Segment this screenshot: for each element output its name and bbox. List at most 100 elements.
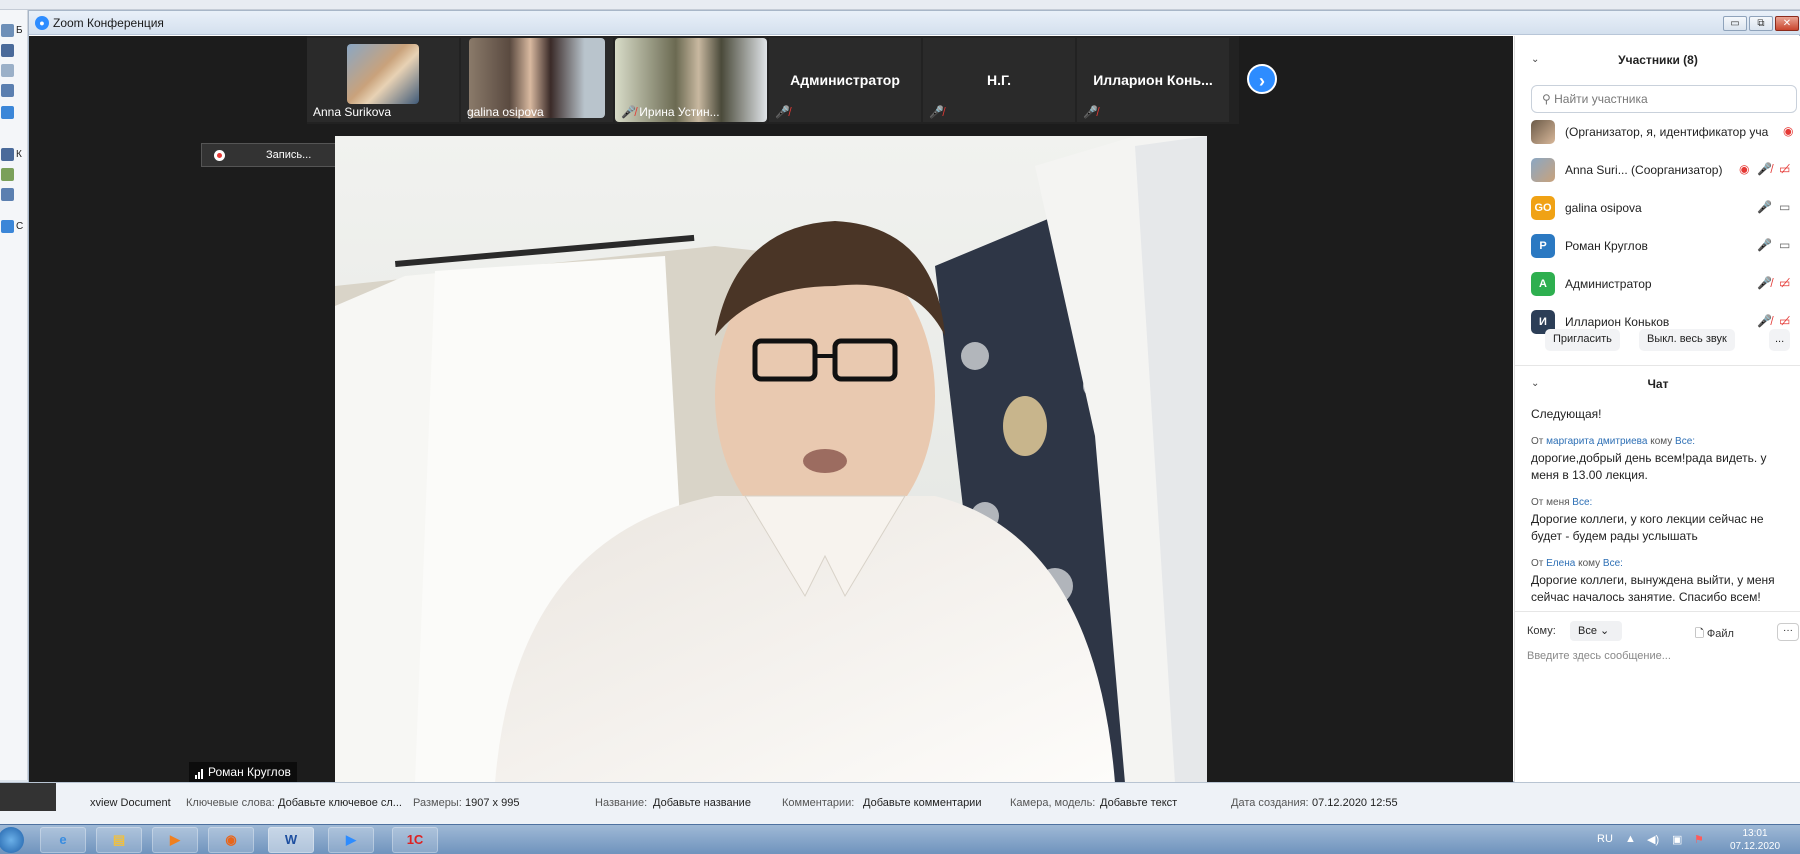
participant-row[interactable]: GO galina osipova 🎤 ▭ [1531, 193, 1797, 223]
thumbnail-illarion[interactable]: Илларион Конь... 🎤̸ [1077, 38, 1229, 122]
avatar: GO [1531, 196, 1555, 220]
desktop-icon[interactable] [1, 148, 14, 161]
video-feed [347, 44, 419, 104]
title-bar[interactable]: ● Zoom Конференция ▭ ⧉ ✕ [29, 11, 1800, 35]
recording-indicator[interactable]: Запись... [201, 143, 357, 167]
clock-date: 07.12.2020 [1729, 841, 1781, 852]
close-button[interactable]: ✕ [1775, 16, 1799, 31]
thumbnail-ng[interactable]: Н.Г. 🎤̸ [923, 38, 1075, 122]
mic-icon[interactable]: 🎤 [1757, 238, 1772, 252]
participant-row[interactable]: А Администратор 🎤̸ ▭̸ [1531, 269, 1797, 299]
file-button[interactable]: 🗋 Файл [1695, 625, 1734, 644]
mic-muted-icon: 🎤̸ [929, 105, 944, 119]
chat-more-button[interactable]: ··· [1777, 623, 1799, 641]
divider [1515, 611, 1800, 612]
participant-search-input[interactable]: ⚲ Найти участника [1531, 85, 1797, 113]
tray-arrow-icon[interactable]: ▲ [1625, 833, 1636, 845]
desktop-icon[interactable] [1, 188, 14, 201]
flag-icon[interactable]: ⚑ [1694, 833, 1704, 846]
message-meta: От Елена кому Все: [1531, 555, 1793, 572]
recipient-value: Все [1578, 625, 1597, 637]
zoom-icon[interactable]: ▶ [328, 827, 374, 853]
media-icon[interactable]: ▶ [152, 827, 198, 853]
network-icon[interactable]: ▣ [1672, 833, 1682, 846]
mute-all-button[interactable]: Выкл. весь звук [1639, 329, 1735, 351]
xview-info-bar: xview Document Ключевые слова: Добавьте … [0, 782, 1800, 824]
minimize-button[interactable]: ▭ [1723, 16, 1747, 31]
desktop-icon[interactable] [1, 64, 14, 77]
mic-muted-icon[interactable]: 🎤̸ [1757, 314, 1772, 328]
desktop-icon[interactable] [1, 24, 14, 37]
recipient-name: Все: [1675, 436, 1696, 447]
language-indicator[interactable]: RU [1597, 833, 1613, 845]
avatar: Р [1531, 234, 1555, 258]
video-off-icon[interactable]: ▭̸ [1779, 276, 1790, 290]
word-icon[interactable]: W [268, 827, 314, 853]
chat-message: От маргарита дмитриева кому Все: дорогие… [1531, 433, 1793, 484]
firefox-icon[interactable]: ◉ [208, 827, 254, 853]
sender-name: меня [1546, 497, 1570, 508]
speaker-video-frame [335, 136, 1207, 783]
message-meta: От маргарита дмитриева кому Все: [1531, 433, 1793, 450]
name-value[interactable]: Добавьте название [653, 797, 751, 809]
camera-value[interactable]: Добавьте текст [1100, 797, 1177, 809]
participant-row[interactable]: Р Роман Круглов 🎤 ▭ [1531, 231, 1797, 261]
volume-icon[interactable]: ◀) [1647, 833, 1659, 846]
thumbnail-name: Илларион Конь... [1093, 72, 1213, 88]
invite-button[interactable]: Пригласить [1545, 329, 1620, 351]
participant-row[interactable]: Anna Suri... (Соорганизатор) ◉ 🎤̸ ▭̸ [1531, 155, 1797, 185]
thumbnail-name: Н.Г. [986, 72, 1012, 88]
desktop-icon[interactable] [1, 168, 14, 181]
sender-name[interactable]: маргарита дмитриева [1546, 436, 1647, 447]
meta-prefix: От [1531, 436, 1544, 447]
sender-name[interactable]: Елена [1546, 558, 1575, 569]
participant-row[interactable]: (Организатор, я, идентификатор уча ◉ [1531, 117, 1797, 147]
mic-icon[interactable]: 🎤 [1757, 200, 1772, 214]
video-off-icon[interactable]: ▭̸ [1779, 314, 1790, 328]
thumbnail-admin[interactable]: Администратор 🎤̸ [769, 38, 921, 122]
desktop-behind: Б К С [0, 10, 28, 780]
clock[interactable]: 13:01 07.12.2020 [1716, 827, 1794, 853]
thumbnail-galina[interactable]: galina osipova [461, 38, 613, 122]
comments-value[interactable]: Добавьте комментарии [863, 797, 981, 809]
thumbnail-irina[interactable]: 🎤̸ Ирина Устин... [615, 38, 767, 122]
desktop-label: Б [16, 25, 23, 36]
video-off-icon[interactable]: ▭̸ [1779, 162, 1790, 176]
avatar: А [1531, 272, 1555, 296]
mic-muted-icon[interactable]: 🎤̸ [1757, 162, 1772, 176]
1c-icon[interactable]: 1С [392, 827, 438, 853]
explorer-icon[interactable]: ▤ [96, 827, 142, 853]
size-value: 1907 x 995 [465, 797, 520, 809]
next-page-button[interactable]: › [1247, 64, 1277, 94]
keywords-value[interactable]: Добавьте ключевое сл... [278, 797, 402, 809]
to-label: Кому: [1527, 625, 1556, 637]
desktop-icon[interactable] [1, 106, 14, 119]
mic-muted-icon[interactable]: 🎤̸ [1757, 276, 1772, 290]
meta-prefix: От [1531, 497, 1544, 508]
more-button[interactable]: ... [1769, 329, 1791, 351]
chat-messages: Следующая! От маргарита дмитриева кому В… [1531, 406, 1793, 616]
chat-input[interactable]: Введите здесь сообщение... [1527, 650, 1671, 662]
zoom-logo-icon: ● [35, 16, 49, 30]
maximize-button[interactable]: ⧉ [1749, 16, 1773, 31]
start-button[interactable] [0, 827, 24, 853]
meta-to: кому [1578, 558, 1601, 569]
mic-muted-icon: 🎤̸ [621, 105, 636, 119]
recipient-select[interactable]: Все ⌄ [1570, 621, 1622, 641]
thumbnail-strip: Anna Surikova galina osipova 🎤̸ Ирина Ус… [307, 36, 1239, 124]
recipient-name: Все: [1602, 558, 1623, 569]
desktop-icon[interactable] [1, 44, 14, 57]
file-icon: 🗋 [1695, 628, 1704, 640]
participant-name: Роман Круглов [1565, 239, 1648, 253]
chat-message: От меня Все: Дорогие коллеги, у кого лек… [1531, 494, 1793, 545]
desktop-icon[interactable] [1, 84, 14, 97]
video-icon[interactable]: ▭ [1779, 238, 1790, 252]
thumbnail-anna[interactable]: Anna Surikova [307, 38, 459, 122]
desktop-icon[interactable] [1, 220, 14, 233]
ie-icon[interactable]: e [40, 827, 86, 853]
mic-muted-icon: 🎤̸ [775, 105, 790, 119]
xview-thumbnail[interactable] [0, 783, 56, 811]
camera-label: Камера, модель: [1010, 797, 1096, 809]
video-icon[interactable]: ▭ [1779, 200, 1790, 214]
keywords-label: Ключевые слова: [186, 797, 275, 809]
